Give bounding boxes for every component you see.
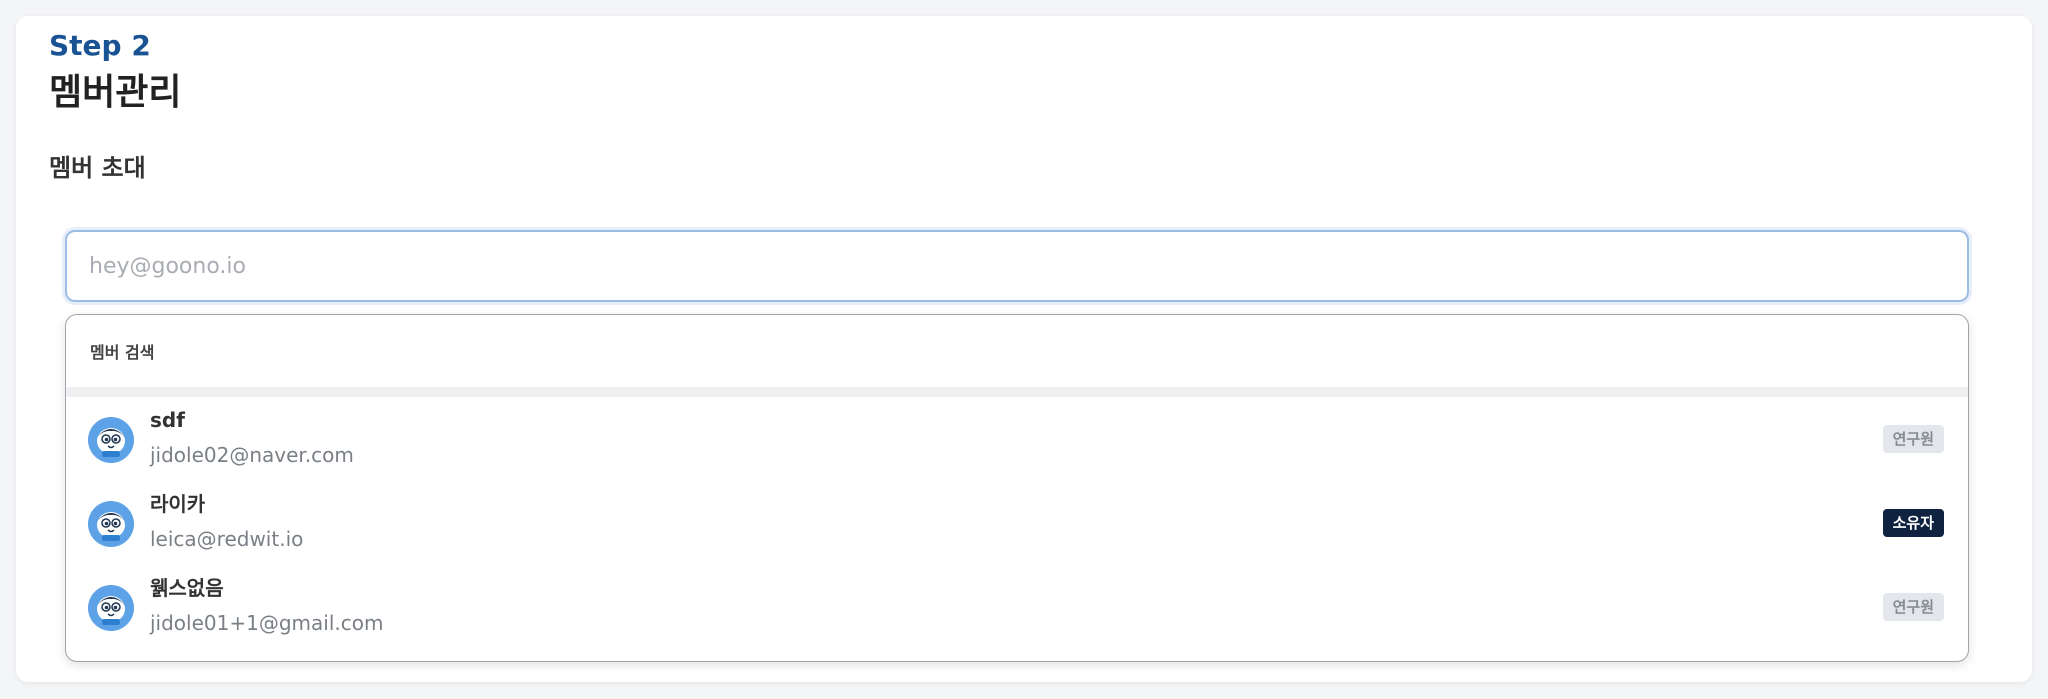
member-name: 라이카 — [150, 492, 206, 516]
role-badge: 소유자 — [1882, 509, 1944, 537]
member-email: leica@redwit.io — [150, 527, 304, 551]
page-title: 멤버관리 — [49, 72, 182, 113]
role-badge: 연구원 — [1882, 425, 1944, 453]
member-email: jidole02@naver.com — [150, 443, 354, 467]
penguin-avatar-icon — [88, 417, 134, 463]
role-badge: 연구원 — [1882, 593, 1944, 621]
invite-section-label: 멤버 초대 — [49, 154, 146, 182]
member-name: sdf — [150, 408, 185, 432]
member-row[interactable]: 웱스없음 jidole01+1@gmail.com 연구원 — [66, 565, 1968, 649]
member-name: 웱스없음 — [150, 576, 224, 600]
member-email: jidole01+1@gmail.com — [150, 611, 384, 635]
step-label: Step 2 — [49, 29, 151, 62]
penguin-avatar-icon — [88, 585, 134, 631]
penguin-avatar-icon — [88, 501, 134, 547]
member-search-header: 멤버 검색 — [90, 343, 155, 362]
invite-email-input[interactable] — [65, 230, 1969, 302]
member-search-dropdown: 멤버 검색 sdf jidole02@naver.com 연구원 라이카 lei… — [65, 314, 1969, 662]
member-row[interactable]: 라이카 leica@redwit.io 소유자 — [66, 481, 1968, 565]
dropdown-divider — [66, 387, 1968, 397]
member-row[interactable]: sdf jidole02@naver.com 연구원 — [66, 397, 1968, 481]
